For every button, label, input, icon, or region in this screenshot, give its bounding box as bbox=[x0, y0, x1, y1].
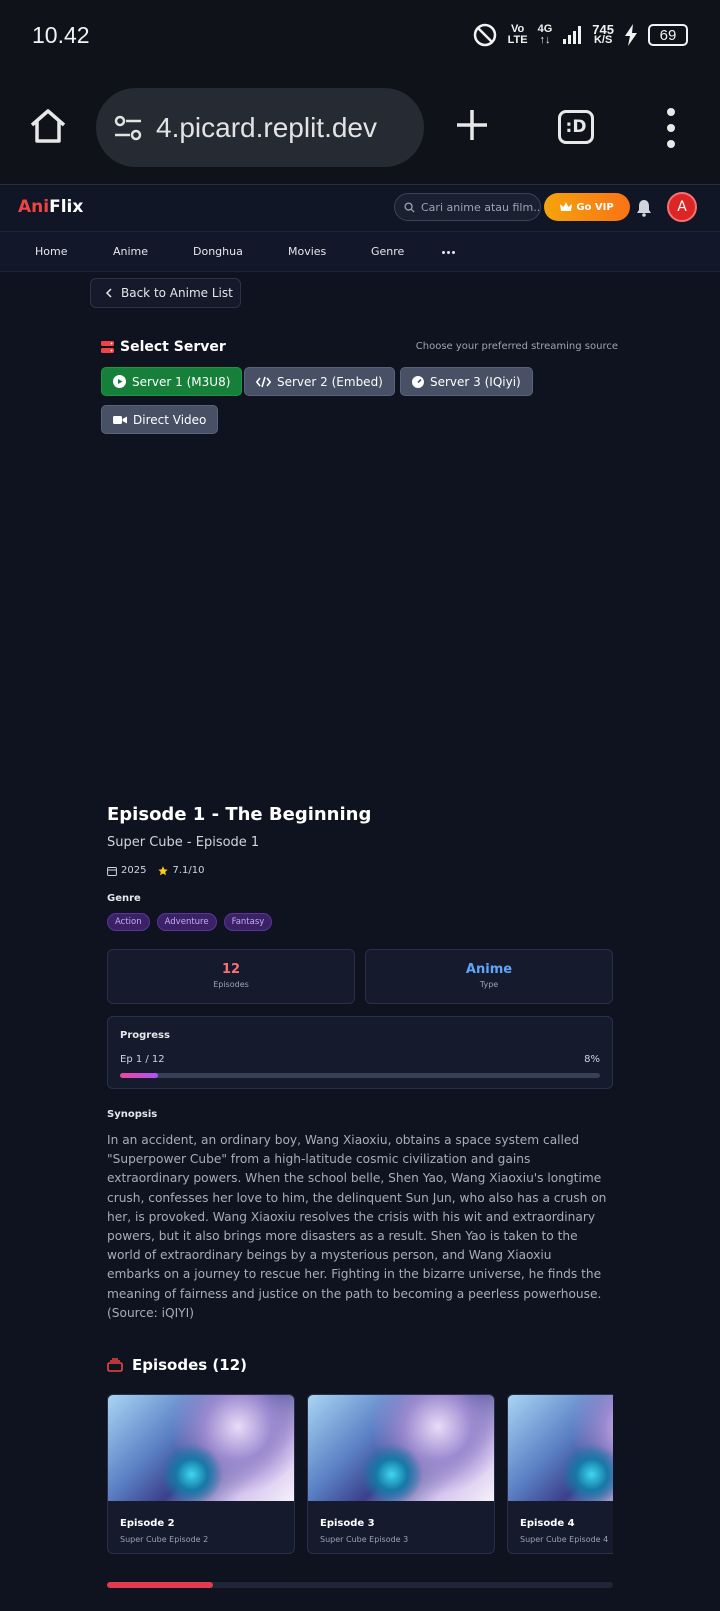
site-header: AniFlix Go VIP A bbox=[0, 186, 720, 232]
nav-item-movies[interactable]: Movies bbox=[288, 245, 326, 258]
episode-card[interactable]: Episode 3 Super Cube Episode 3 bbox=[307, 1394, 495, 1554]
server-1-button[interactable]: Server 1 (M3U8) bbox=[101, 367, 243, 396]
episode-subtitle: Super Cube - Episode 1 bbox=[107, 835, 260, 850]
episodes-scrollbar[interactable] bbox=[107, 1582, 613, 1588]
search-box[interactable] bbox=[394, 193, 541, 221]
speed-indicator: 745 K/S bbox=[592, 22, 614, 46]
synopsis-text: In an accident, an ordinary boy, Wang Xi… bbox=[107, 1133, 607, 1320]
genre-label: Genre bbox=[107, 893, 141, 904]
do-not-disturb-icon bbox=[473, 23, 496, 47]
nav-item-donghua[interactable]: Donghua bbox=[193, 245, 243, 258]
home-icon[interactable] bbox=[28, 106, 68, 146]
play-circle-icon bbox=[113, 375, 126, 388]
server-2-button[interactable]: Server 2 (Embed) bbox=[244, 367, 395, 396]
status-bar: 10.42 Vo LTE 4G ↑↓ 745 K/S 69 bbox=[0, 0, 720, 72]
episode-thumbnail bbox=[508, 1395, 613, 1501]
video-player[interactable] bbox=[0, 440, 720, 770]
episodes-carousel[interactable]: Episode 2 Super Cube Episode 2 Episode 3… bbox=[107, 1394, 613, 1554]
status-icons: Vo LTE 4G ↑↓ 745 K/S 69 bbox=[472, 22, 688, 48]
tab-switcher-button[interactable]: :D bbox=[558, 110, 594, 144]
server-icon bbox=[101, 341, 114, 353]
synopsis-label: Synopsis bbox=[107, 1109, 158, 1120]
address-bar[interactable]: 4.picard.replit.dev bbox=[96, 88, 424, 167]
genre-tag[interactable]: Adventure bbox=[156, 913, 217, 931]
back-label: Back to Anime List bbox=[121, 286, 233, 300]
progress-episode: Ep 1 / 12 bbox=[120, 1054, 165, 1065]
select-server-heading: Select Server bbox=[101, 339, 226, 355]
episode-meta: 2025 7.1/10 bbox=[107, 865, 204, 876]
search-icon bbox=[404, 201, 415, 213]
episode-title: Episode 1 - The Beginning bbox=[107, 804, 372, 825]
progress-bar bbox=[120, 1073, 600, 1078]
crown-icon bbox=[560, 202, 573, 211]
notification-bell-icon[interactable] bbox=[636, 199, 652, 217]
charging-icon bbox=[625, 24, 637, 46]
battery-level: 69 bbox=[648, 24, 688, 46]
genre-tag[interactable]: Fantasy bbox=[223, 913, 273, 931]
nav-more-icon[interactable] bbox=[442, 251, 455, 254]
chevron-left-icon bbox=[105, 288, 112, 298]
gauge-icon bbox=[412, 375, 424, 388]
episode-thumbnail bbox=[108, 1395, 294, 1501]
site-settings-icon[interactable] bbox=[112, 112, 144, 144]
episodes-count-card: 12 Episodes bbox=[107, 949, 355, 1004]
status-time: 10.42 bbox=[32, 22, 90, 48]
browser-toolbar: 4.picard.replit.dev :D bbox=[0, 72, 720, 185]
episode-rating: 7.1/10 bbox=[172, 865, 205, 876]
browser-menu-icon[interactable] bbox=[664, 108, 678, 148]
genre-tags: Action Adventure Fantasy bbox=[107, 913, 273, 931]
progress-title: Progress bbox=[120, 1030, 170, 1041]
volte-indicator: Vo LTE bbox=[507, 23, 528, 46]
nav-item-anime[interactable]: Anime bbox=[113, 245, 148, 258]
episode-card[interactable]: Episode 4 Super Cube Episode 4 bbox=[507, 1394, 613, 1554]
new-tab-icon[interactable] bbox=[455, 108, 489, 142]
network-indicator: 4G ↑↓ bbox=[537, 23, 553, 46]
server-hint: Choose your preferred streaming source bbox=[415, 341, 618, 352]
main-nav: Home Anime Donghua Movies Genre bbox=[0, 232, 720, 272]
video-camera-icon bbox=[113, 415, 127, 424]
calendar-icon bbox=[107, 866, 117, 876]
server-3-button[interactable]: Server 3 (IQiyi) bbox=[400, 367, 533, 396]
episode-year: 2025 bbox=[121, 865, 147, 876]
search-input[interactable] bbox=[421, 200, 539, 214]
progress-fill bbox=[120, 1073, 159, 1078]
progress-percent: 8% bbox=[584, 1054, 600, 1065]
nav-item-genre[interactable]: Genre bbox=[371, 245, 404, 258]
episode-card[interactable]: Episode 2 Super Cube Episode 2 bbox=[107, 1394, 295, 1554]
episode-thumbnail bbox=[308, 1395, 494, 1501]
progress-card: Progress Ep 1 / 12 8% bbox=[107, 1016, 613, 1089]
type-card: Anime Type bbox=[365, 949, 613, 1004]
user-avatar[interactable]: A bbox=[667, 192, 697, 222]
url-text: 4.picard.replit.dev bbox=[156, 111, 378, 143]
code-icon bbox=[256, 376, 271, 387]
signal-icon bbox=[563, 26, 582, 44]
nav-item-home[interactable]: Home bbox=[35, 245, 67, 258]
episodes-heading: Episodes (12) bbox=[107, 1356, 247, 1374]
star-icon bbox=[158, 865, 169, 875]
scrollbar-thumb[interactable] bbox=[107, 1582, 213, 1588]
site-logo[interactable]: AniFlix bbox=[18, 197, 83, 217]
genre-tag[interactable]: Action bbox=[107, 913, 150, 931]
go-vip-button[interactable]: Go VIP bbox=[544, 193, 630, 221]
back-to-anime-list-button[interactable]: Back to Anime List bbox=[90, 278, 241, 308]
direct-video-button[interactable]: Direct Video bbox=[101, 405, 219, 434]
layers-icon bbox=[107, 1358, 123, 1372]
